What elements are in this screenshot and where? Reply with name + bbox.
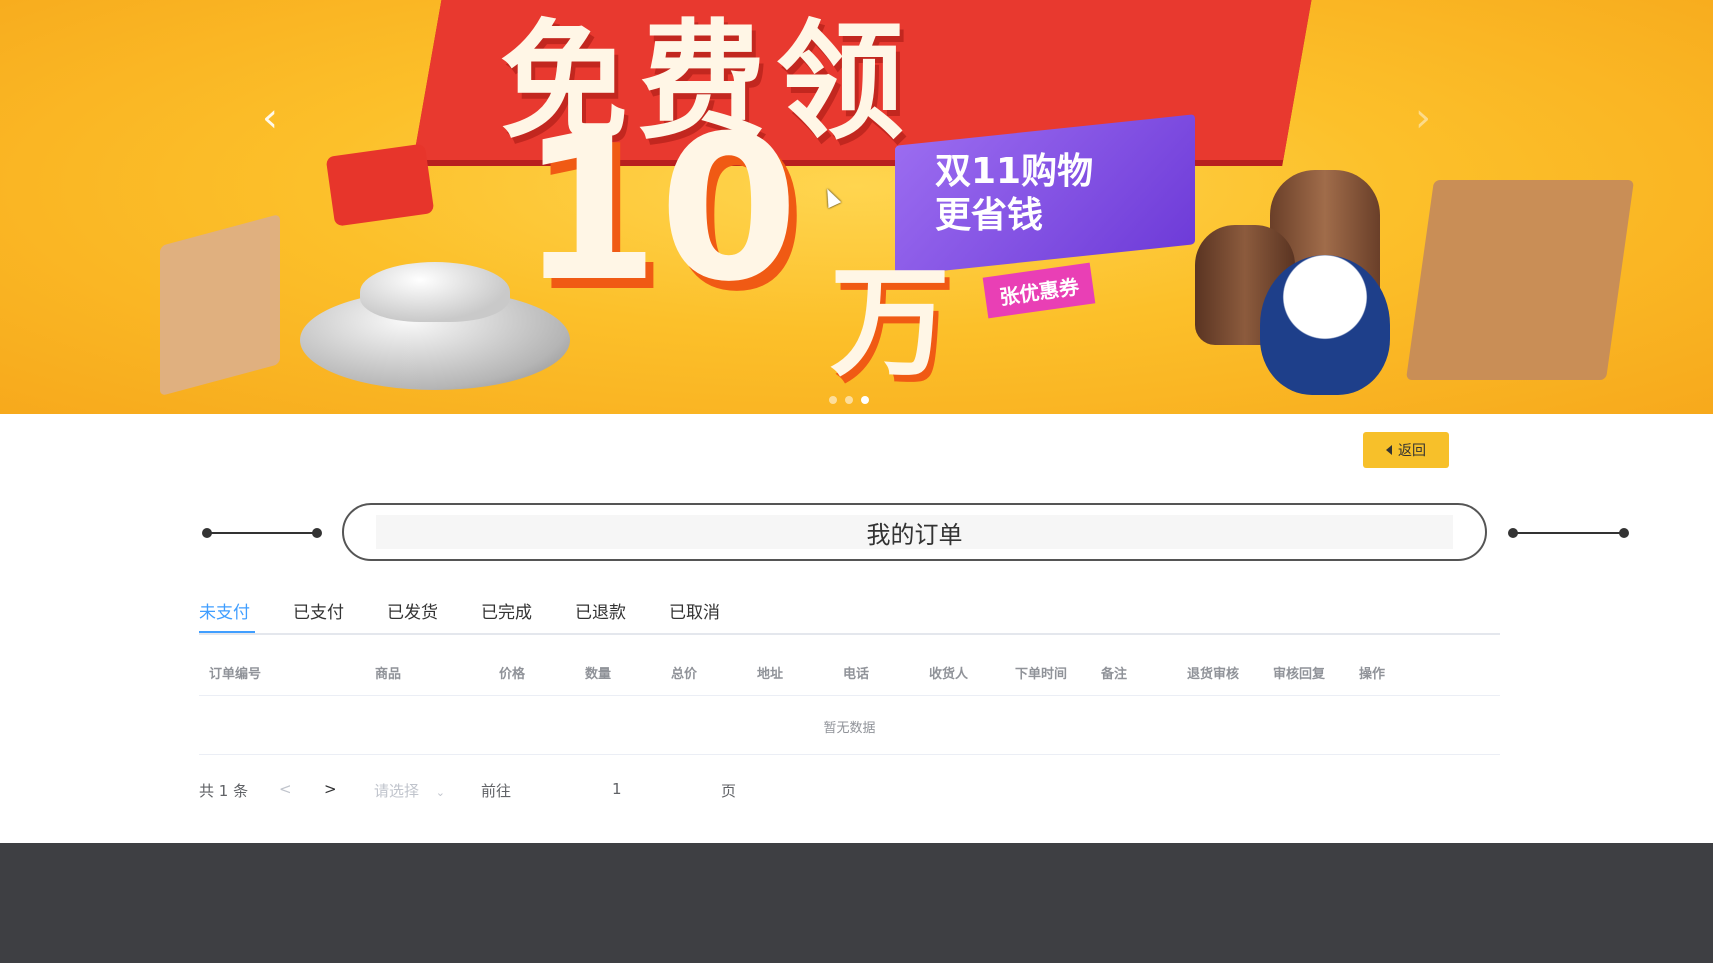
column-header-phone: 电话 [843, 667, 870, 682]
chevron-down-icon: ⌄ [435, 786, 446, 799]
order-status-tabs: 未支付 已支付 已发货 已完成 已退款 已取消 [199, 598, 1500, 635]
page-title: 我的订单 [866, 520, 963, 549]
page-footer [0, 843, 1713, 963]
column-header-order-time: 下单时间 [1015, 667, 1068, 682]
tab-paid[interactable]: 已支付 [293, 598, 344, 633]
title-decoration-right [1514, 532, 1626, 534]
pagination-next-button[interactable]: > [324, 780, 337, 798]
title-decoration-dot [202, 528, 212, 538]
wok-lid-image [360, 262, 510, 322]
orders-table-header: 订单编号 商品 价格 数量 总价 地址 电话 收货人 下单时间 备注 退货审核 … [199, 650, 1500, 696]
column-header-total: 总价 [671, 667, 698, 682]
orders-table-empty-row: 暂无数据 [199, 695, 1500, 755]
tab-cancelled[interactable]: 已取消 [669, 598, 720, 633]
lucky-cat-image [1260, 255, 1390, 395]
column-header-product: 商品 [375, 667, 402, 682]
column-header-order-id: 订单编号 [209, 667, 262, 682]
carousel-dot-2[interactable] [845, 396, 853, 404]
banner-coupon-tag: 张优惠券 [982, 262, 1096, 319]
column-header-quantity: 数量 [585, 667, 612, 682]
column-header-address: 地址 [757, 667, 784, 682]
carousel-dot-1[interactable] [829, 396, 837, 404]
promo-banner-carousel[interactable]: 免费领 10 万 双11购物 更省钱 张优惠券 ‹ › [0, 0, 1713, 414]
column-header-return-review: 退货审核 [1187, 667, 1240, 682]
red-gift-box-image [325, 143, 435, 227]
pagination: 共 1 条 < > 请选择 ⌄ 前往 1 页 [199, 776, 799, 806]
page-size-placeholder: 请选择 [374, 782, 420, 800]
title-decoration-dot [1619, 528, 1629, 538]
column-header-price: 价格 [499, 667, 526, 682]
column-header-receiver: 收货人 [929, 667, 969, 682]
page-title-bar: 我的订单 [342, 503, 1487, 561]
cutting-board-knife-set-image [1405, 180, 1635, 380]
column-header-review-reply: 审核回复 [1273, 667, 1326, 682]
banner-unit: 万 [830, 254, 950, 393]
page-size-select[interactable]: 请选择 ⌄ [374, 780, 445, 801]
tab-shipped[interactable]: 已发货 [387, 598, 438, 633]
tab-refunded[interactable]: 已退款 [575, 598, 626, 633]
column-header-remark: 备注 [1101, 667, 1128, 682]
mouse-cursor-icon [820, 185, 842, 209]
pagination-goto-label: 前往 [481, 782, 512, 800]
banner-big-number: 10 [520, 93, 799, 326]
banner-promo-text: 双11购物 更省钱 [935, 150, 1093, 238]
banner-promo-line2: 更省钱 [935, 195, 1044, 236]
title-decoration-dot [312, 528, 322, 538]
pagination-goto-input[interactable]: 1 [612, 780, 622, 798]
caret-left-icon [1386, 445, 1392, 455]
tab-unpaid[interactable]: 未支付 [199, 598, 250, 633]
tab-completed[interactable]: 已完成 [481, 598, 532, 633]
column-header-actions: 操作 [1359, 667, 1386, 682]
empty-state-text: 暂无数据 [823, 721, 876, 736]
back-button[interactable]: 返回 [1363, 432, 1449, 468]
pagination-total: 共 1 条 [199, 782, 249, 800]
knife-block-image [160, 213, 280, 397]
carousel-dot-3[interactable] [861, 396, 869, 404]
pagination-prev-button[interactable]: < [279, 780, 292, 798]
pagination-page-suffix: 页 [721, 782, 737, 800]
carousel-prev-arrow-icon[interactable]: ‹ [262, 95, 278, 141]
title-decoration-dot [1508, 528, 1518, 538]
back-button-label: 返回 [1398, 443, 1426, 459]
carousel-next-arrow-icon[interactable]: › [1415, 95, 1431, 141]
title-decoration-left [206, 532, 318, 534]
active-tab-indicator [199, 631, 255, 633]
banner-promo-line1: 双11购物 [935, 151, 1094, 192]
carousel-indicators [829, 396, 869, 404]
